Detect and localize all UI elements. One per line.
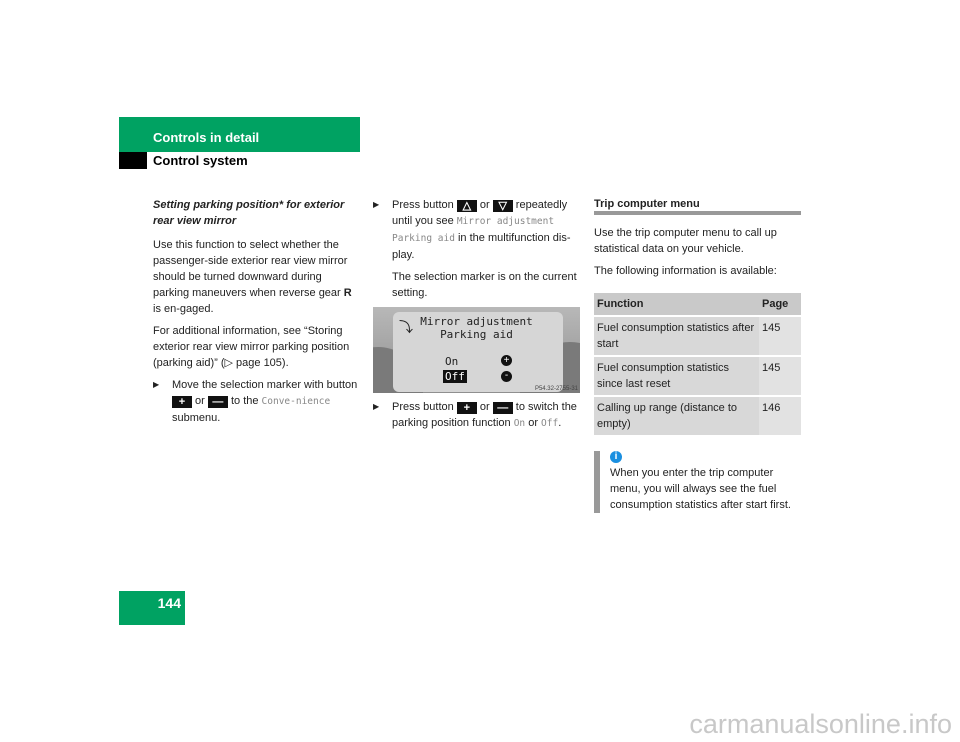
section-title: Trip computer menu: [594, 197, 801, 215]
up-button-icon: △: [456, 200, 477, 212]
display-image: ⤵ Mirror adjustment Parking aid On Off + …: [373, 307, 580, 393]
header-marker: [119, 152, 147, 169]
plus-icon: +: [501, 355, 512, 366]
table-row: Fuel consumption statistics since last r…: [594, 357, 801, 397]
section-heading: Setting parking position* for exterior r…: [153, 199, 345, 227]
minus-button-icon: —: [207, 396, 228, 408]
minus-icon: -: [501, 371, 512, 382]
minus-button-icon: —: [492, 402, 513, 414]
plus-button-icon: +: [456, 402, 477, 414]
plus-button-icon: +: [172, 396, 192, 408]
paragraph: The following information is available:: [594, 265, 777, 277]
page-number: 144: [119, 591, 185, 625]
section-header: Controls in detail: [119, 117, 360, 152]
paragraph: Use the trip computer menu to call up st…: [594, 227, 777, 255]
paragraph: For additional information, see “Storing…: [153, 325, 350, 369]
column-2: Press button △ or ▽ repeatedly until you…: [373, 197, 581, 438]
function-table: Function Page Fuel consumption statistics…: [594, 293, 801, 437]
step: Press button △ or ▽ repeatedly until you…: [373, 197, 581, 263]
table-row: Calling up range (distance to empty) 146: [594, 397, 801, 437]
watermark: carmanualsonline.info: [689, 709, 952, 739]
down-button-icon: ▽: [492, 200, 513, 212]
column-3: Trip computer menu Use the trip computer…: [594, 197, 801, 513]
column-1: Setting parking position* for exterior r…: [153, 197, 360, 432]
step: Move the selection marker with button + …: [153, 377, 360, 426]
info-note: i When you enter the trip computer menu,…: [594, 451, 801, 513]
note: The selection marker is on the current s…: [392, 271, 577, 299]
info-icon: i: [610, 451, 622, 463]
section-title: Controls in detail: [153, 130, 260, 145]
table-row: Fuel consumption statistics after start 1…: [594, 317, 801, 357]
subsection-title: Control system: [153, 153, 248, 168]
paragraph: Use this function to select whether the …: [153, 239, 352, 315]
step: Press button + or — to switch the parkin…: [373, 399, 581, 432]
table-header: Function Page: [594, 293, 801, 317]
